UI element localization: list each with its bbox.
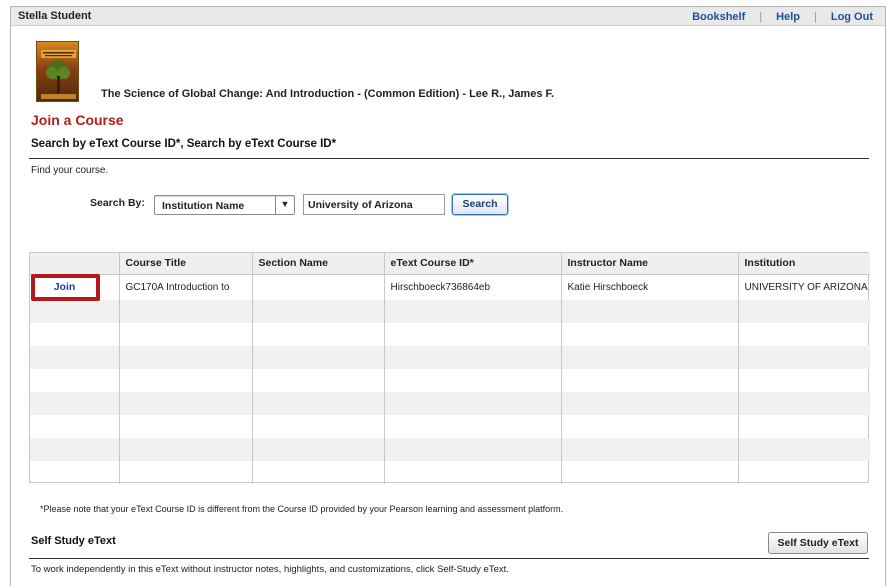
nav-separator: | bbox=[759, 11, 763, 23]
column-header-section-name: Section Name bbox=[252, 253, 385, 275]
self-study-divider bbox=[29, 558, 869, 559]
logout-link[interactable]: Log Out bbox=[831, 11, 873, 23]
user-name: Stella Student bbox=[18, 10, 92, 22]
results-table: Course Title Section Name eText Course I… bbox=[29, 252, 870, 484]
column-header-etext-course-id: eText Course ID* bbox=[384, 253, 562, 275]
search-by-selected-value: Institution Name bbox=[162, 200, 245, 212]
search-by-label: Search By: bbox=[90, 197, 145, 209]
search-input[interactable] bbox=[303, 194, 445, 215]
column-header-course-title: Course Title bbox=[119, 253, 253, 275]
section-name-cell bbox=[252, 274, 385, 300]
column-header-instructor-name: Instructor Name bbox=[561, 253, 739, 275]
column-header-action bbox=[30, 253, 120, 275]
table-row-empty bbox=[30, 414, 870, 438]
table-header-row: Course Title Section Name eText Course I… bbox=[30, 253, 870, 275]
self-study-button[interactable]: Self Study eText bbox=[768, 532, 868, 554]
app-frame: Stella Student Bookshelf | Help | Log Ou… bbox=[10, 6, 886, 586]
join-course-link[interactable]: Join bbox=[34, 278, 95, 296]
table-row-empty bbox=[30, 437, 870, 461]
bookshelf-link[interactable]: Bookshelf bbox=[692, 11, 745, 23]
table-row-empty bbox=[30, 345, 870, 369]
section-divider bbox=[29, 158, 869, 159]
action-cell: Join bbox=[30, 273, 120, 301]
etext-id-note: *Please note that your eText Course ID i… bbox=[40, 504, 564, 514]
institution-cell: UNIVERSITY OF ARIZONA bbox=[744, 281, 868, 293]
book-title: The Science of Global Change: And Introd… bbox=[101, 88, 555, 100]
search-button[interactable]: Search bbox=[452, 194, 508, 215]
self-study-description: To work independently in this eText with… bbox=[31, 564, 509, 575]
nav-separator: | bbox=[813, 11, 817, 23]
book-cover-image bbox=[36, 41, 79, 102]
page-title: Join a Course bbox=[31, 112, 124, 128]
find-course-text: Find your course. bbox=[31, 165, 109, 176]
top-nav: Bookshelf | Help | Log Out bbox=[692, 11, 873, 23]
search-section-heading: Search by eText Course ID*, Search by eT… bbox=[31, 138, 337, 150]
table-row-empty bbox=[30, 368, 870, 392]
top-bar: Stella Student Bookshelf | Help | Log Ou… bbox=[11, 7, 885, 26]
tree-icon bbox=[41, 50, 76, 99]
table-row-empty bbox=[30, 322, 870, 346]
table-row-empty bbox=[30, 460, 870, 484]
table-row: Join GC170A Introduction to Hirschboeck7… bbox=[30, 273, 870, 301]
dropdown-arrow-icon[interactable]: ▼ bbox=[275, 196, 294, 214]
table-row-empty bbox=[30, 391, 870, 415]
self-study-heading: Self Study eText bbox=[31, 535, 116, 547]
search-by-select[interactable]: Institution Name ▼ bbox=[154, 195, 295, 215]
help-link[interactable]: Help bbox=[776, 11, 800, 23]
course-title-cell: GC170A Introduction to bbox=[119, 274, 253, 300]
column-header-institution: Institution bbox=[738, 253, 870, 275]
table-row-empty bbox=[30, 299, 870, 323]
etext-course-id-cell: Hirschboeck736864eb bbox=[384, 274, 562, 300]
instructor-name-cell: Katie Hirschboeck bbox=[561, 274, 739, 300]
